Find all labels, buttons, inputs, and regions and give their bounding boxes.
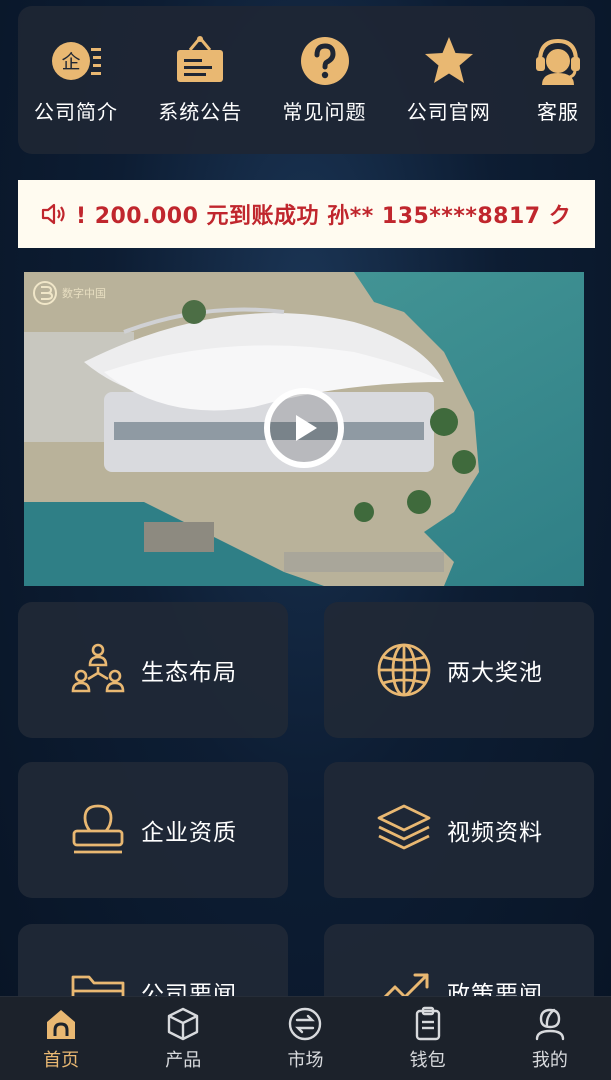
nav-market[interactable]: 市场 xyxy=(250,1006,360,1072)
layers-icon xyxy=(377,804,431,850)
logo-icon xyxy=(33,281,57,305)
company-icon: 企 xyxy=(52,42,101,80)
tile-label: 生态布局 xyxy=(141,660,237,686)
play-icon xyxy=(296,415,317,441)
market-icon xyxy=(289,1007,322,1040)
notice-marquee[interactable]: ! 200.000 元到账成功 孙** 135****8817 ク xyxy=(18,180,595,248)
svg-text:企: 企 xyxy=(61,51,80,73)
quick-links-card: 企 公司简介 系统公告 常见问题 公司官网 客服 xyxy=(18,6,595,154)
nav-label: 我的 xyxy=(531,1049,568,1071)
quick-link-label: 公司简介 xyxy=(34,100,118,124)
tile-prize-pools[interactable]: 两大奖池 xyxy=(324,602,594,738)
ecosystem-icon xyxy=(71,643,125,693)
tile-video-materials[interactable]: 视频资料 xyxy=(324,762,594,898)
customer-service-icon xyxy=(536,38,580,85)
tile-ecosystem[interactable]: 生态布局 xyxy=(18,602,288,738)
bottom-nav: 首页 产品 市场 钱包 我的 xyxy=(0,996,611,1080)
home-icon xyxy=(47,1009,76,1039)
profile-icon xyxy=(535,1008,565,1040)
stamp-icon xyxy=(72,804,124,854)
quick-link-announcement[interactable]: 系统公告 xyxy=(158,6,242,154)
tile-label: 视频资料 xyxy=(447,820,543,846)
announcement-icon xyxy=(177,36,224,82)
tile-label: 企业资质 xyxy=(141,820,237,846)
tile-qualifications[interactable]: 企业资质 xyxy=(18,762,288,898)
quick-link-customer-service[interactable]: 客服 xyxy=(531,6,585,154)
question-icon xyxy=(300,37,349,85)
product-icon xyxy=(168,1007,199,1040)
video-logo: 数字中国 xyxy=(32,280,106,306)
nav-product[interactable]: 产品 xyxy=(128,1006,238,1072)
nav-profile[interactable]: 我的 xyxy=(495,1006,605,1072)
quick-link-label: 客服 xyxy=(537,100,579,124)
globe-icon xyxy=(377,643,431,697)
quick-link-label: 系统公告 xyxy=(158,100,243,124)
video-player[interactable]: 数字中国 xyxy=(24,272,584,586)
nav-label: 市场 xyxy=(287,1049,324,1071)
quick-link-faq[interactable]: 常见问题 xyxy=(283,6,367,154)
wallet-icon xyxy=(415,1006,440,1040)
video-logo-text: 数字中国 xyxy=(62,287,106,300)
nav-label: 钱包 xyxy=(409,1049,446,1071)
quick-link-website[interactable]: 公司官网 xyxy=(407,6,491,154)
notice-text: ! 200.000 元到账成功 孙** 135****8817 ク xyxy=(76,204,572,229)
quick-link-label: 公司官网 xyxy=(406,100,491,124)
star-icon xyxy=(424,37,473,83)
nav-label: 首页 xyxy=(43,1049,80,1071)
quick-link-company-intro[interactable]: 企 公司简介 xyxy=(34,6,118,154)
play-button[interactable] xyxy=(264,388,344,468)
tile-label: 两大奖池 xyxy=(447,660,543,686)
nav-wallet[interactable]: 钱包 xyxy=(373,1006,483,1072)
quick-link-label: 常见问题 xyxy=(282,100,367,124)
nav-label: 产品 xyxy=(165,1049,202,1071)
nav-home[interactable]: 首页 xyxy=(6,1006,116,1072)
speaker-icon xyxy=(41,203,65,225)
